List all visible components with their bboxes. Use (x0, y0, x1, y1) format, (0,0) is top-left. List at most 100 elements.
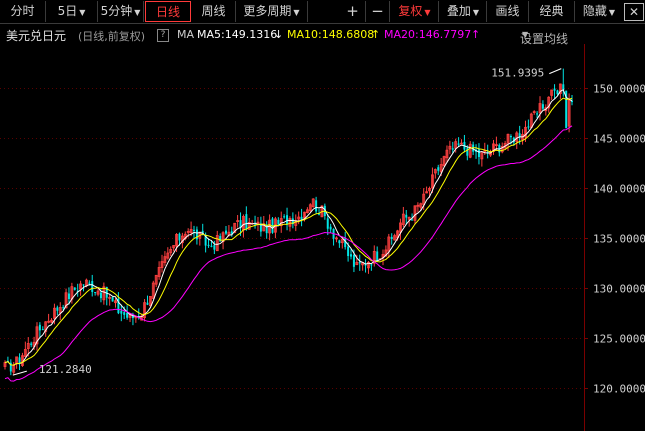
more-periods-dropdown[interactable]: 更多周期 ▼ (236, 1, 308, 22)
candle-body (277, 219, 280, 225)
zoom-out-button[interactable]: − (366, 1, 390, 22)
ma5-arrow-icon: ↓ (274, 28, 284, 41)
candle-body (219, 236, 222, 242)
candle-body (405, 214, 408, 218)
candle-body (571, 100, 573, 102)
candle-body (350, 254, 353, 257)
candle-body (527, 126, 530, 128)
y-tick-label: 120.0000 (593, 383, 645, 396)
candle-body (338, 240, 341, 244)
tab-5min[interactable]: 5分钟 ▼ (98, 1, 144, 22)
chevron-down-icon: ▼ (608, 8, 616, 17)
chevron-down-icon: ▼ (522, 30, 529, 39)
ma20-value: MA20:146.7797 (384, 28, 472, 41)
candle-body (178, 233, 181, 241)
tab-intraday[interactable]: 分时 (0, 1, 46, 22)
candle-body (283, 216, 286, 218)
help-button[interactable]: ? (157, 29, 169, 42)
ma10-value: MA10:148.6808 (287, 28, 375, 41)
instrument-name: 美元兑日元 (6, 29, 67, 43)
ma-label: MA (177, 28, 195, 41)
candle-body (390, 236, 393, 240)
candle-body (326, 218, 329, 229)
candle-body (376, 251, 379, 261)
y-tick-label: 150.0000 (593, 83, 645, 96)
y-tick-label: 145.0000 (593, 133, 645, 146)
ma10-arrow-icon: ↑ (371, 28, 381, 41)
candle-body (536, 113, 539, 115)
chevron-down-icon: ▼ (424, 8, 431, 17)
draw-line-button[interactable]: 画线 (487, 1, 529, 22)
candle-body (62, 307, 65, 309)
candle-body (556, 90, 559, 95)
candle-body (91, 281, 94, 292)
low-annotation: 121.2840 (39, 363, 92, 376)
y-tick-label: 130.0000 (593, 283, 645, 296)
candle-body (99, 292, 102, 299)
ma20-line (4, 125, 573, 382)
candle-body (73, 287, 76, 290)
ma5-line (4, 89, 573, 366)
candle-body (82, 284, 85, 286)
zoom-in-button[interactable]: + (340, 1, 366, 22)
candle-body (41, 329, 44, 331)
tab-weekly[interactable]: 周线 (192, 1, 236, 22)
candle-body (347, 246, 350, 256)
candle-body (437, 167, 440, 171)
ma20-arrow-icon: ↑ (471, 28, 481, 41)
candle-body (329, 226, 332, 230)
candle-body (207, 244, 210, 246)
candle-body (562, 84, 565, 91)
high-annotation: 151.9395 (491, 67, 544, 80)
candle-body (370, 264, 373, 266)
candle-body (213, 245, 216, 250)
candle-body (352, 254, 355, 267)
close-icon[interactable]: ✕ (624, 3, 644, 21)
y-tick-label: 135.0000 (593, 233, 645, 246)
overlay-dropdown[interactable]: 叠加 ▼ (440, 1, 487, 22)
candle-body (18, 357, 21, 364)
chevron-down-icon: ▼ (293, 8, 300, 17)
adjust-dropdown[interactable]: 复权 ▼ (391, 1, 439, 22)
period-label: (日线,前复权) (78, 30, 146, 43)
chevron-down-icon: ▼ (472, 8, 480, 17)
chevron-down-icon: ▼ (79, 8, 86, 17)
candle-body (56, 307, 59, 311)
toolbar: 分时 5日 ▼ 5分钟 ▼ 日线 周线 更多周期 ▼ + − 复权 ▼ 叠加 ▼ 画线 经… (0, 0, 645, 24)
candle-body (224, 230, 227, 234)
candle-body (477, 149, 480, 157)
candle-body (245, 214, 248, 230)
candle-body (193, 229, 195, 231)
y-tick-label: 140.0000 (593, 183, 645, 196)
candle-body (94, 291, 97, 293)
candle-body (451, 148, 454, 150)
tab-5day[interactable]: 5日 ▼ (46, 1, 98, 22)
hide-dropdown[interactable]: 隐藏 ▼ (576, 1, 622, 22)
candle-body (123, 312, 126, 315)
y-tick-label: 125.0000 (593, 333, 645, 346)
candle-body (111, 297, 114, 302)
candle-body (315, 200, 318, 212)
candle-body (120, 310, 123, 314)
candle-body (358, 262, 361, 264)
candle-body (457, 143, 460, 145)
candle-body (553, 88, 556, 91)
high-marker-line (549, 68, 562, 75)
candle-body (509, 136, 512, 138)
candle-body (146, 302, 149, 305)
tab-daily[interactable]: 日线 (145, 1, 191, 22)
candle-body (210, 245, 213, 247)
candle-body (541, 104, 544, 109)
chevron-down-icon: ▼ (134, 8, 141, 17)
candle-body (126, 313, 129, 318)
ma-legend: 美元兑日元 (日线,前复权) ? MA MA5:149.1316 ↓ MA10:… (6, 28, 569, 46)
classic-button[interactable]: 经典 (529, 1, 575, 22)
candle-body (67, 293, 70, 300)
candle-body (411, 219, 414, 221)
ma5-value: MA5:149.1316 (197, 28, 278, 41)
candle-body (88, 282, 91, 284)
candle-body (38, 324, 41, 331)
candlestick-chart[interactable]: 150.0000 145.0000 140.0000 135.0000 130.0000… (0, 44, 645, 431)
candle-body (30, 343, 33, 345)
candle-body (286, 215, 289, 225)
